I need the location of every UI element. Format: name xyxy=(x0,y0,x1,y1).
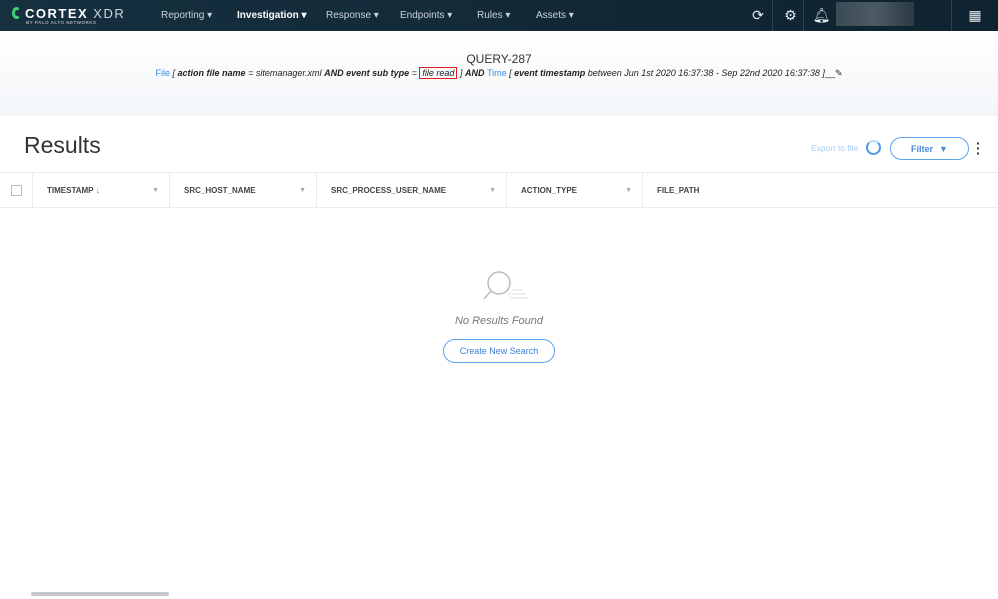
column-filter-icon[interactable]: ▼ xyxy=(625,187,632,194)
query-title: QUERY-287 xyxy=(466,52,532,66)
edit-pencil-icon[interactable]: __✎ xyxy=(825,68,843,78)
query-header: QUERY-287 File [ action file name = site… xyxy=(0,31,998,116)
column-filter-icon[interactable]: ▼ xyxy=(152,187,159,194)
nav-endpoints[interactable]: Endpoints ▾ xyxy=(400,10,452,21)
user-avatar[interactable] xyxy=(836,2,914,26)
horizontal-scrollbar[interactable] xyxy=(31,592,169,596)
filter-button[interactable]: Filter ▼ xyxy=(890,137,969,160)
column-action-type[interactable]: ACTION_TYPE ▼ xyxy=(507,173,643,207)
nav-assets[interactable]: Assets ▾ xyxy=(536,10,574,21)
page-title: Results xyxy=(24,132,101,158)
nav-rules[interactable]: Rules ▾ xyxy=(477,10,510,21)
column-src-process-user-name[interactable]: SRC_PROCESS_USER_NAME ▼ xyxy=(317,173,507,207)
column-file-path[interactable]: FILE_PATH xyxy=(643,173,998,207)
bell-icon[interactable]: 🔔︎ xyxy=(803,0,839,31)
column-filter-icon[interactable]: ▼ xyxy=(299,187,306,194)
logo-mark-icon xyxy=(12,7,21,19)
more-options-icon[interactable]: · · · xyxy=(976,136,981,160)
column-src-host-name[interactable]: SRC_HOST_NAME ▼ xyxy=(170,173,317,207)
cortex-logo[interactable]: CORTEX XDR BY PALO ALTO NETWORKS xyxy=(12,6,125,25)
select-all-checkbox[interactable] xyxy=(11,184,22,196)
sync-icon[interactable]: ⟳ xyxy=(740,0,776,31)
column-timestamp[interactable]: TIMESTAMP ↓ ▼ xyxy=(33,173,170,207)
nav-reporting[interactable]: Reporting ▾ xyxy=(161,10,212,21)
apps-grid-icon[interactable]: ▦ xyxy=(951,0,998,31)
table-header: TIMESTAMP ↓ ▼ SRC_HOST_NAME ▼ SRC_PROCESS_… xyxy=(0,172,998,208)
sort-desc-icon[interactable]: ↓ xyxy=(94,186,100,195)
refresh-icon[interactable] xyxy=(866,140,881,155)
no-results-magnifier-icon xyxy=(483,271,528,300)
column-filter-icon[interactable]: ▼ xyxy=(489,187,496,194)
no-results-message: No Results Found xyxy=(454,315,544,327)
export-to-file-link[interactable]: Export to file xyxy=(811,143,858,153)
nav-investigation[interactable]: Investigation ▾ xyxy=(237,10,306,21)
empty-state: No Results Found Create New Search xyxy=(400,268,598,363)
nav-response[interactable]: Response ▾ xyxy=(326,10,379,21)
create-new-search-button[interactable]: Create New Search xyxy=(443,339,555,363)
top-nav: CORTEX XDR BY PALO ALTO NETWORKS Reportin… xyxy=(0,0,998,31)
query-builder-text[interactable]: File [ action file name = sitemanager.xm… xyxy=(0,67,998,79)
funnel-icon: ▼ xyxy=(939,143,948,154)
highlighted-value: file read xyxy=(419,67,458,79)
